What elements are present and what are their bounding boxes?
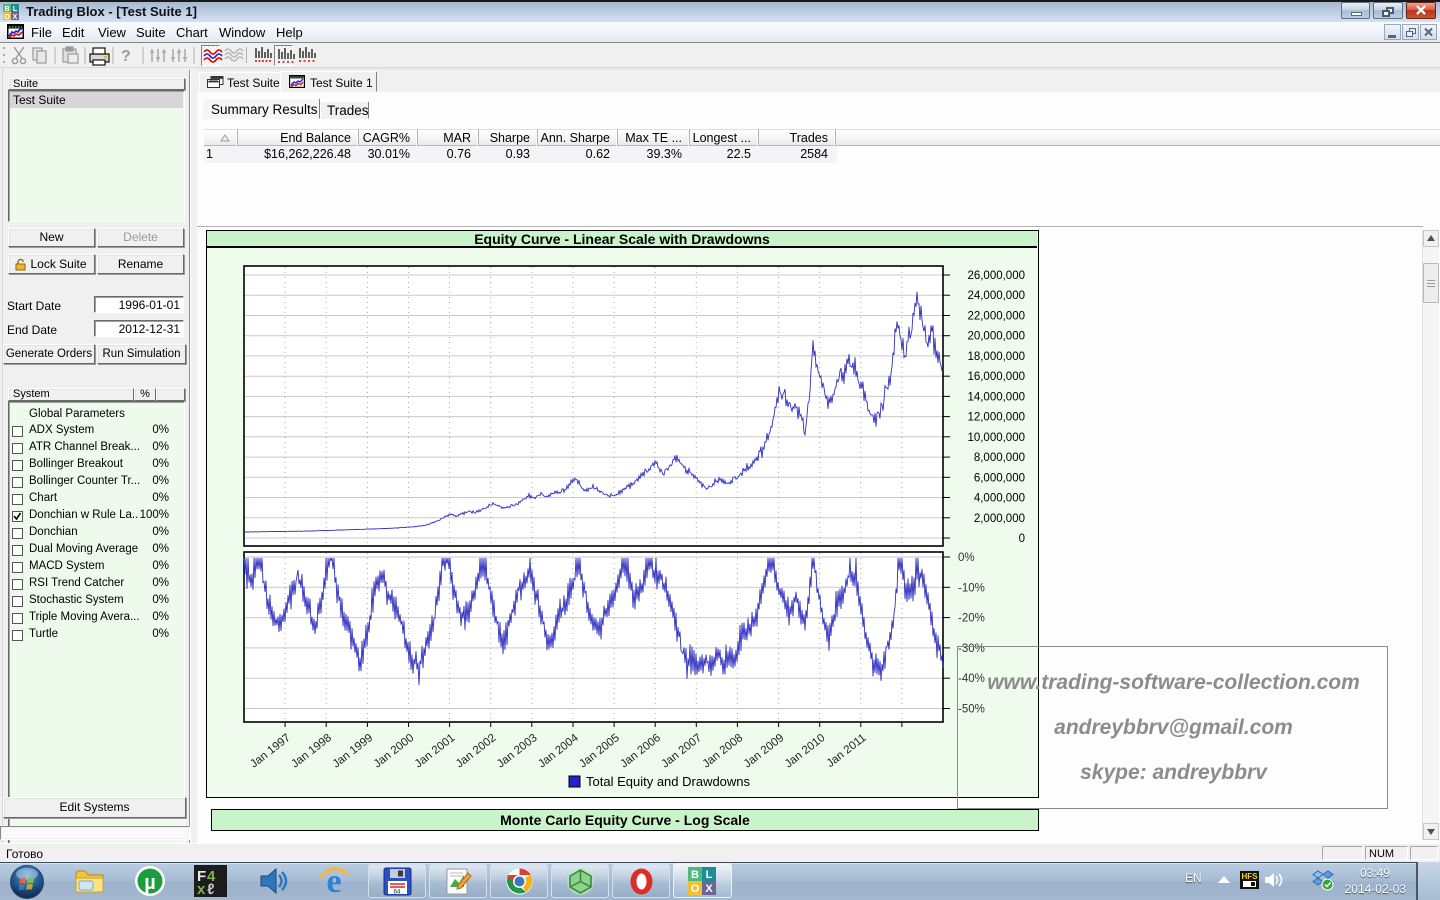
svg-text:Jan 2001: Jan 2001: [413, 732, 458, 771]
svg-text:Total Equity and Drawdowns: Total Equity and Drawdowns: [586, 774, 751, 789]
svg-text:64: 64: [394, 890, 401, 896]
svg-text:X: X: [13, 14, 18, 20]
svg-text:HFS: HFS: [1242, 872, 1259, 881]
svg-text:L: L: [706, 869, 713, 881]
svg-text:Jan 2006: Jan 2006: [618, 732, 663, 771]
svg-text:24,000,000: 24,000,000: [967, 290, 1025, 302]
svg-text:O: O: [4, 14, 10, 20]
svg-text:Jan 2010: Jan 2010: [783, 732, 828, 771]
svg-text:ℓ: ℓ: [207, 881, 214, 897]
svg-text:-10%: -10%: [958, 582, 985, 594]
svg-text:Jan 2007: Jan 2007: [659, 732, 704, 771]
svg-text:O: O: [691, 883, 700, 895]
svg-text:Jan 1998: Jan 1998: [289, 732, 334, 771]
svg-text:Jan 2009: Jan 2009: [742, 732, 787, 771]
svg-text:-20%: -20%: [958, 613, 985, 625]
svg-text:Jan 1999: Jan 1999: [331, 732, 376, 771]
svg-text:B: B: [691, 869, 699, 881]
svg-text:x: x: [197, 881, 206, 897]
svg-text:12,000,000: 12,000,000: [967, 412, 1025, 424]
svg-text:Jan 2002: Jan 2002: [454, 732, 499, 771]
svg-text:20,000,000: 20,000,000: [967, 331, 1025, 343]
svg-text:26,000,000: 26,000,000: [967, 270, 1025, 282]
svg-text:Jan 1997: Jan 1997: [248, 732, 293, 771]
svg-text:6,000,000: 6,000,000: [974, 472, 1025, 484]
svg-text:0%: 0%: [958, 552, 975, 564]
svg-text:8,000,000: 8,000,000: [974, 452, 1025, 464]
svg-text:0: 0: [1019, 533, 1025, 545]
svg-text:18,000,000: 18,000,000: [967, 351, 1025, 363]
svg-text:16,000,000: 16,000,000: [967, 371, 1025, 383]
svg-text:22,000,000: 22,000,000: [967, 311, 1025, 323]
svg-text:Jan 2004: Jan 2004: [536, 732, 581, 771]
svg-text:B: B: [4, 6, 9, 13]
svg-text:10,000,000: 10,000,000: [967, 432, 1025, 444]
svg-text:4,000,000: 4,000,000: [974, 493, 1025, 505]
svg-text:L: L: [13, 6, 18, 13]
svg-text:2,000,000: 2,000,000: [974, 513, 1025, 525]
svg-text:Jan 2003: Jan 2003: [495, 732, 540, 771]
svg-text:Jan 2008: Jan 2008: [701, 732, 746, 771]
svg-text:Jan 2005: Jan 2005: [577, 732, 622, 771]
svg-text:X: X: [705, 883, 713, 895]
svg-text:Jan 2011: Jan 2011: [825, 732, 869, 770]
svg-text:14,000,000: 14,000,000: [967, 391, 1025, 403]
svg-text:?: ?: [121, 48, 131, 65]
svg-text:µ: µ: [144, 872, 156, 894]
svg-text:Jan 2000: Jan 2000: [372, 732, 417, 771]
